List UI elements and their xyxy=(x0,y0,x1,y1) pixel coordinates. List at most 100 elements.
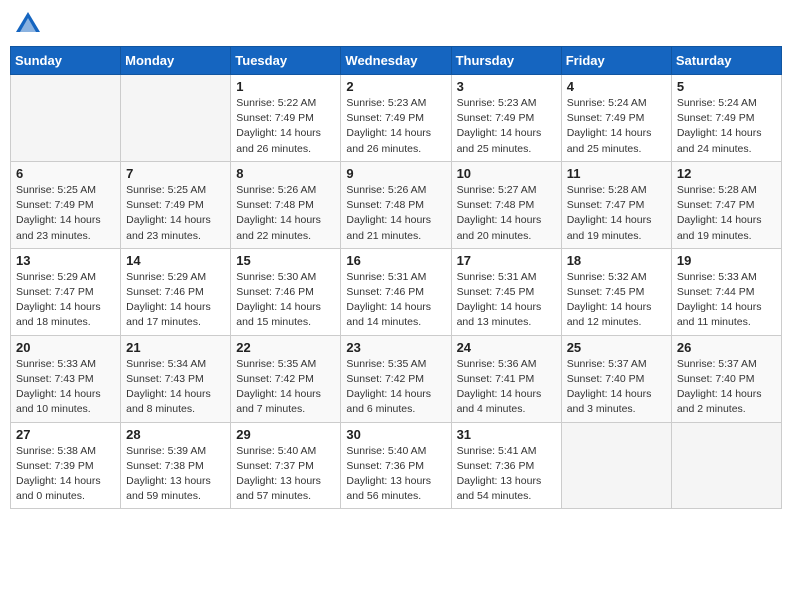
weekday-header-tuesday: Tuesday xyxy=(231,47,341,75)
calendar-cell: 28 Sunrise: 5:39 AMSunset: 7:38 PMDayligh… xyxy=(121,422,231,509)
day-number: 10 xyxy=(457,166,556,181)
day-info: Sunrise: 5:23 AMSunset: 7:49 PMDaylight:… xyxy=(346,96,445,157)
day-info: Sunrise: 5:33 AMSunset: 7:43 PMDaylight:… xyxy=(16,357,115,418)
day-number: 22 xyxy=(236,340,335,355)
day-number: 6 xyxy=(16,166,115,181)
day-number: 26 xyxy=(677,340,776,355)
day-number: 19 xyxy=(677,253,776,268)
calendar-cell: 6 Sunrise: 5:25 AMSunset: 7:49 PMDaylight… xyxy=(11,161,121,248)
day-info: Sunrise: 5:38 AMSunset: 7:39 PMDaylight:… xyxy=(16,444,115,505)
calendar-cell xyxy=(561,422,671,509)
day-number: 3 xyxy=(457,79,556,94)
calendar-cell: 27 Sunrise: 5:38 AMSunset: 7:39 PMDayligh… xyxy=(11,422,121,509)
calendar-week-3: 13 Sunrise: 5:29 AMSunset: 7:47 PMDayligh… xyxy=(11,248,782,335)
day-number: 12 xyxy=(677,166,776,181)
calendar-cell xyxy=(671,422,781,509)
day-number: 11 xyxy=(567,166,666,181)
day-number: 1 xyxy=(236,79,335,94)
calendar-cell: 13 Sunrise: 5:29 AMSunset: 7:47 PMDayligh… xyxy=(11,248,121,335)
logo xyxy=(14,10,46,38)
calendar-cell: 26 Sunrise: 5:37 AMSunset: 7:40 PMDayligh… xyxy=(671,335,781,422)
calendar-cell: 31Sunrise: 5:41 AMSunset: 7:36 PMDayligh… xyxy=(451,422,561,509)
calendar-cell: 10Sunrise: 5:27 AMSunset: 7:48 PMDayligh… xyxy=(451,161,561,248)
day-number: 29 xyxy=(236,427,335,442)
day-number: 13 xyxy=(16,253,115,268)
weekday-header-saturday: Saturday xyxy=(671,47,781,75)
day-info: Sunrise: 5:25 AMSunset: 7:49 PMDaylight:… xyxy=(16,183,115,244)
day-number: 15 xyxy=(236,253,335,268)
calendar-cell: 2Sunrise: 5:23 AMSunset: 7:49 PMDaylight… xyxy=(341,75,451,162)
day-info: Sunrise: 5:37 AMSunset: 7:40 PMDaylight:… xyxy=(567,357,666,418)
calendar-table: SundayMondayTuesdayWednesdayThursdayFrid… xyxy=(10,46,782,509)
day-info: Sunrise: 5:41 AMSunset: 7:36 PMDaylight:… xyxy=(457,444,556,505)
day-info: Sunrise: 5:22 AMSunset: 7:49 PMDaylight:… xyxy=(236,96,335,157)
day-number: 21 xyxy=(126,340,225,355)
day-info: Sunrise: 5:35 AMSunset: 7:42 PMDaylight:… xyxy=(346,357,445,418)
day-info: Sunrise: 5:25 AMSunset: 7:49 PMDaylight:… xyxy=(126,183,225,244)
weekday-header-wednesday: Wednesday xyxy=(341,47,451,75)
calendar-cell: 7 Sunrise: 5:25 AMSunset: 7:49 PMDaylight… xyxy=(121,161,231,248)
calendar-cell: 30Sunrise: 5:40 AMSunset: 7:36 PMDayligh… xyxy=(341,422,451,509)
calendar-week-5: 27 Sunrise: 5:38 AMSunset: 7:39 PMDayligh… xyxy=(11,422,782,509)
day-info: Sunrise: 5:23 AMSunset: 7:49 PMDaylight:… xyxy=(457,96,556,157)
calendar-cell xyxy=(121,75,231,162)
day-info: Sunrise: 5:24 AMSunset: 7:49 PMDaylight:… xyxy=(567,96,666,157)
day-info: Sunrise: 5:33 AMSunset: 7:44 PMDaylight:… xyxy=(677,270,776,331)
calendar-cell: 1 Sunrise: 5:22 AMSunset: 7:49 PMDaylight… xyxy=(231,75,341,162)
calendar-cell: 14 Sunrise: 5:29 AMSunset: 7:46 PMDayligh… xyxy=(121,248,231,335)
calendar-cell: 29Sunrise: 5:40 AMSunset: 7:37 PMDayligh… xyxy=(231,422,341,509)
logo-icon xyxy=(14,10,42,38)
calendar-cell: 21 Sunrise: 5:34 AMSunset: 7:43 PMDayligh… xyxy=(121,335,231,422)
day-info: Sunrise: 5:26 AMSunset: 7:48 PMDaylight:… xyxy=(236,183,335,244)
calendar-cell: 15Sunrise: 5:30 AMSunset: 7:46 PMDayligh… xyxy=(231,248,341,335)
day-number: 18 xyxy=(567,253,666,268)
day-info: Sunrise: 5:26 AMSunset: 7:48 PMDaylight:… xyxy=(346,183,445,244)
day-number: 4 xyxy=(567,79,666,94)
day-info: Sunrise: 5:24 AMSunset: 7:49 PMDaylight:… xyxy=(677,96,776,157)
day-number: 16 xyxy=(346,253,445,268)
calendar-week-1: 1 Sunrise: 5:22 AMSunset: 7:49 PMDaylight… xyxy=(11,75,782,162)
day-info: Sunrise: 5:35 AMSunset: 7:42 PMDaylight:… xyxy=(236,357,335,418)
calendar-cell: 12 Sunrise: 5:28 AMSunset: 7:47 PMDayligh… xyxy=(671,161,781,248)
calendar-cell: 24Sunrise: 5:36 AMSunset: 7:41 PMDayligh… xyxy=(451,335,561,422)
calendar-cell: 23 Sunrise: 5:35 AMSunset: 7:42 PMDayligh… xyxy=(341,335,451,422)
calendar-cell: 18 Sunrise: 5:32 AMSunset: 7:45 PMDayligh… xyxy=(561,248,671,335)
calendar-week-4: 20 Sunrise: 5:33 AMSunset: 7:43 PMDayligh… xyxy=(11,335,782,422)
day-info: Sunrise: 5:39 AMSunset: 7:38 PMDaylight:… xyxy=(126,444,225,505)
day-number: 30 xyxy=(346,427,445,442)
calendar-week-2: 6 Sunrise: 5:25 AMSunset: 7:49 PMDaylight… xyxy=(11,161,782,248)
calendar-cell: 16 Sunrise: 5:31 AMSunset: 7:46 PMDayligh… xyxy=(341,248,451,335)
calendar-cell: 25 Sunrise: 5:37 AMSunset: 7:40 PMDayligh… xyxy=(561,335,671,422)
day-info: Sunrise: 5:28 AMSunset: 7:47 PMDaylight:… xyxy=(677,183,776,244)
day-number: 24 xyxy=(457,340,556,355)
day-info: Sunrise: 5:34 AMSunset: 7:43 PMDaylight:… xyxy=(126,357,225,418)
day-info: Sunrise: 5:29 AMSunset: 7:46 PMDaylight:… xyxy=(126,270,225,331)
calendar-cell: 19 Sunrise: 5:33 AMSunset: 7:44 PMDayligh… xyxy=(671,248,781,335)
day-info: Sunrise: 5:37 AMSunset: 7:40 PMDaylight:… xyxy=(677,357,776,418)
day-number: 25 xyxy=(567,340,666,355)
page-header xyxy=(10,10,782,38)
day-number: 7 xyxy=(126,166,225,181)
day-number: 8 xyxy=(236,166,335,181)
day-info: Sunrise: 5:31 AMSunset: 7:46 PMDaylight:… xyxy=(346,270,445,331)
weekday-header-friday: Friday xyxy=(561,47,671,75)
calendar-cell: 4 Sunrise: 5:24 AMSunset: 7:49 PMDaylight… xyxy=(561,75,671,162)
calendar-cell: 20 Sunrise: 5:33 AMSunset: 7:43 PMDayligh… xyxy=(11,335,121,422)
weekday-header-row: SundayMondayTuesdayWednesdayThursdayFrid… xyxy=(11,47,782,75)
day-info: Sunrise: 5:32 AMSunset: 7:45 PMDaylight:… xyxy=(567,270,666,331)
weekday-header-monday: Monday xyxy=(121,47,231,75)
weekday-header-sunday: Sunday xyxy=(11,47,121,75)
calendar-cell: 17Sunrise: 5:31 AMSunset: 7:45 PMDayligh… xyxy=(451,248,561,335)
calendar-cell: 9 Sunrise: 5:26 AMSunset: 7:48 PMDaylight… xyxy=(341,161,451,248)
day-info: Sunrise: 5:31 AMSunset: 7:45 PMDaylight:… xyxy=(457,270,556,331)
day-number: 9 xyxy=(346,166,445,181)
day-number: 20 xyxy=(16,340,115,355)
calendar-cell: 8 Sunrise: 5:26 AMSunset: 7:48 PMDaylight… xyxy=(231,161,341,248)
day-info: Sunrise: 5:28 AMSunset: 7:47 PMDaylight:… xyxy=(567,183,666,244)
calendar-cell: 22 Sunrise: 5:35 AMSunset: 7:42 PMDayligh… xyxy=(231,335,341,422)
day-number: 23 xyxy=(346,340,445,355)
day-number: 28 xyxy=(126,427,225,442)
day-number: 14 xyxy=(126,253,225,268)
day-info: Sunrise: 5:29 AMSunset: 7:47 PMDaylight:… xyxy=(16,270,115,331)
day-number: 27 xyxy=(16,427,115,442)
